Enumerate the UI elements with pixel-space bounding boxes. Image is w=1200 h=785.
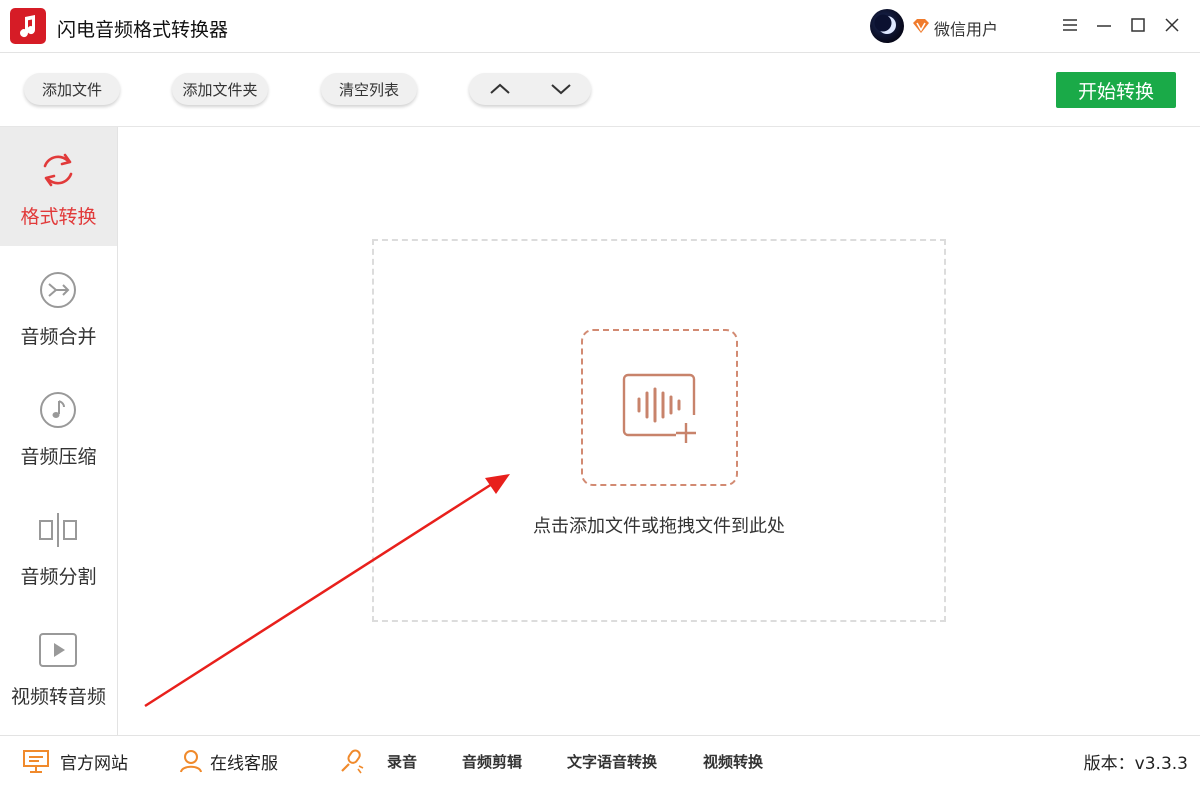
official-website-label: 官方网站	[60, 753, 128, 774]
maximize-icon	[1131, 18, 1145, 32]
merge-icon	[40, 272, 76, 308]
monitor-icon	[23, 750, 49, 773]
split-icon	[39, 513, 77, 547]
video-convert-link[interactable]: 视频转换	[703, 736, 763, 785]
app-logo	[10, 8, 46, 44]
file-drop-zone[interactable]: 点击添加文件或拖拽文件到此处	[372, 239, 946, 622]
refresh-icon	[43, 153, 73, 187]
close-icon	[1165, 18, 1179, 32]
app-title: 闪电音频格式转换器	[57, 19, 229, 41]
audio-edit-label: 音频剪辑	[462, 752, 523, 771]
moon-icon	[874, 14, 896, 34]
add-file-button[interactable]: 添加文件	[24, 73, 120, 105]
bottom-bar: 官方网站 在线客服 录音 音频剪辑 文字语音转换 视频转换 版本：v3.3.3	[0, 735, 1200, 785]
text-to-speech-link[interactable]: 文字语音转换	[567, 736, 657, 785]
chevron-down-icon	[550, 84, 571, 95]
sidebar-item-label: 音频合并	[20, 326, 97, 348]
play-icon	[39, 633, 77, 667]
toolbar: 添加文件 添加文件夹 清空列表 开始转换	[0, 53, 1200, 127]
clear-list-button[interactable]: 清空列表	[321, 73, 417, 105]
sidebar-item-audio-merge[interactable]: 音频合并	[0, 247, 117, 366]
maximize-button[interactable]	[1125, 12, 1151, 38]
record-label: 录音	[387, 752, 418, 771]
close-button[interactable]	[1159, 12, 1185, 38]
music-note-icon	[40, 392, 76, 428]
menu-button[interactable]	[1057, 12, 1083, 38]
sidebar-item-label: 音频分割	[20, 566, 97, 588]
minimize-button[interactable]	[1091, 12, 1117, 38]
record-link[interactable]: 录音	[339, 736, 417, 785]
start-convert-button[interactable]: 开始转换	[1056, 72, 1176, 108]
diamond-icon	[913, 19, 929, 33]
title-bar: 闪电音频格式转换器 微信用户	[0, 0, 1200, 53]
user-name[interactable]: 微信用户	[934, 16, 998, 40]
move-up-button[interactable]	[469, 73, 530, 105]
chevron-up-icon	[489, 83, 510, 94]
sidebar-item-label: 音频压缩	[20, 446, 97, 468]
sidebar: 格式转换 音频合并 音频压缩 音频分割 视频转音频	[0, 127, 118, 735]
sidebar-item-audio-split[interactable]: 音频分割	[0, 487, 117, 606]
user-support-icon	[180, 750, 202, 773]
reorder-buttons	[469, 73, 591, 105]
version-label: 版本：v3.3.3	[1083, 753, 1188, 774]
drop-hint-text: 点击添加文件或拖拽文件到此处	[533, 516, 785, 537]
online-support-link[interactable]: 在线客服	[179, 736, 278, 785]
audio-edit-link[interactable]: 音频剪辑	[462, 736, 522, 785]
video-convert-label: 视频转换	[703, 752, 764, 771]
sidebar-item-format-convert[interactable]: 格式转换	[0, 127, 117, 246]
menu-icon	[1063, 19, 1077, 31]
sidebar-item-label: 视频转音频	[10, 686, 106, 708]
minimize-icon	[1097, 25, 1111, 27]
music-note-icon	[20, 15, 36, 38]
add-file-box[interactable]	[581, 329, 738, 486]
audio-add-icon	[622, 373, 696, 443]
sidebar-item-video-to-audio[interactable]: 视频转音频	[0, 607, 117, 726]
avatar[interactable]	[870, 9, 904, 43]
official-website-link[interactable]: 官方网站	[22, 736, 128, 785]
add-folder-button[interactable]: 添加文件夹	[172, 73, 268, 105]
microphone-icon	[341, 749, 364, 774]
sidebar-item-label: 格式转换	[20, 206, 97, 228]
move-down-button[interactable]	[530, 73, 591, 105]
text-to-speech-label: 文字语音转换	[567, 752, 658, 771]
app-window: 闪电音频格式转换器 微信用户 添加文件 添加文件夹 清空列表 开始转换 格式转换…	[0, 0, 1200, 785]
sidebar-item-audio-compress[interactable]: 音频压缩	[0, 367, 117, 486]
online-support-label: 在线客服	[210, 753, 278, 774]
